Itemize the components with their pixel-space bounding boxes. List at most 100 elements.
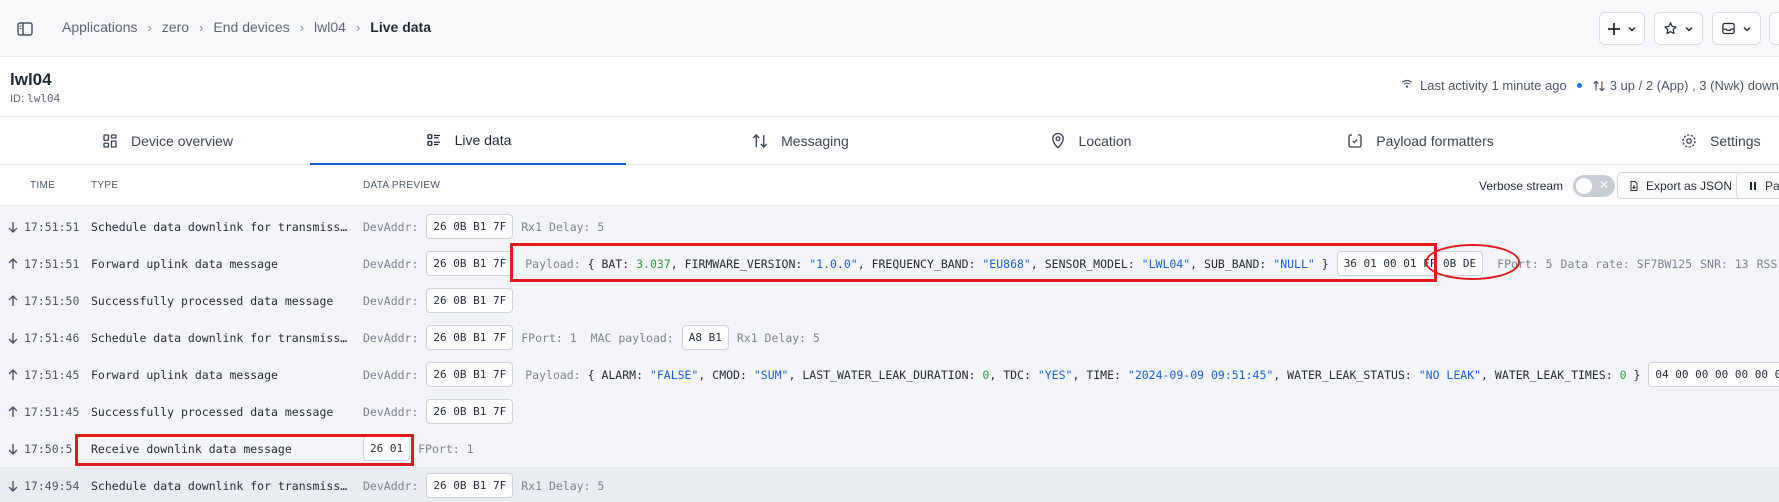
raw-payload-chip[interactable]: 04 00 00 00 00 00 00 66 DE C [1648, 362, 1779, 387]
table-row[interactable]: 17:49:54 Schedule data downlink for tran… [0, 467, 1779, 502]
payload-label: Payload: [525, 367, 581, 382]
add-menu-button[interactable] [1599, 12, 1645, 45]
breadcrumb: Applications › zero › End devices › lwl0… [62, 19, 431, 35]
grid-icon [103, 134, 117, 148]
column-header-time: TIME [30, 180, 56, 191]
gear-icon [1682, 134, 1696, 148]
row-time: 17:51:50 [24, 293, 80, 308]
table-row[interactable]: 17:51:51 Schedule data downlink for tran… [0, 208, 1779, 245]
highlight-box-payload [510, 243, 1437, 282]
table-row[interactable]: 17:51:45 Forward uplink data message Dev… [0, 356, 1779, 393]
devaddr-chip[interactable]: 26 0B B1 7F [426, 251, 514, 276]
devaddr-label: DevAddr: [363, 404, 419, 419]
row-preview: DevAddr: 26 0B B1 7F Rx1 Delay: 5 [363, 214, 604, 239]
device-id-value: lwl04 [27, 92, 61, 105]
breadcrumb-end-devices[interactable]: End devices [213, 19, 289, 35]
row-type: Successfully processed data message [91, 404, 334, 419]
column-header-type: TYPE [91, 180, 119, 191]
devaddr-label: DevAddr: [363, 256, 419, 271]
rssi-text: RSSI: -62 [1756, 256, 1779, 271]
payload-brace: { [587, 367, 595, 382]
table-row[interactable]: 17:51:45 Successfully processed data mes… [0, 393, 1779, 430]
devaddr-chip[interactable]: 26 0B B1 7F [426, 362, 514, 387]
payload-value: "YES" [1037, 367, 1073, 382]
payload-value: "FALSE" [649, 367, 699, 382]
export-json-label: Export as JSON [1646, 178, 1733, 193]
row-preview: DevAddr: 26 0B B1 7F FPort: 1 MAC payloa… [363, 325, 820, 350]
breadcrumb-applications[interactable]: Applications [62, 19, 138, 35]
tab-device-overview[interactable]: Device overview [60, 117, 274, 165]
close-icon: ✕ [1598, 178, 1610, 192]
breadcrumb-separator-icon: › [199, 19, 204, 35]
row-type: Schedule data downlink for transmission [91, 330, 353, 345]
export-json-button[interactable]: Export as JSON [1617, 172, 1744, 199]
verbose-stream-control: Verbose stream ✕ [1479, 175, 1616, 197]
breadcrumb-separator-icon: › [147, 19, 152, 35]
user-menu-button[interactable] [1769, 12, 1779, 45]
verbose-stream-label: Verbose stream [1479, 179, 1564, 193]
arrows-up-down-icon [752, 134, 768, 148]
row-time: 17:51:51 [24, 256, 80, 271]
arrow-down-icon [8, 480, 18, 492]
tab-payload-formatters[interactable]: Payload formatters [1320, 117, 1520, 165]
row-preview: DevAddr: 26 0B B1 7F [363, 399, 514, 424]
devaddr-chip[interactable]: 26 0B B1 7F [426, 325, 514, 350]
inbox-icon [1722, 22, 1735, 35]
sidebar-toggle-icon[interactable] [14, 18, 36, 40]
breadcrumb-device[interactable]: lwl04 [314, 19, 346, 35]
mac-payload-label: MAC payload: [590, 330, 674, 345]
tab-label: Messaging [781, 133, 849, 149]
devaddr-chip[interactable]: 26 0B B1 7F [426, 288, 514, 313]
table-row[interactable]: 17:51:50 Successfully processed data mes… [0, 282, 1779, 319]
row-type: Schedule data downlink for transmission [91, 478, 353, 493]
rx1-delay: Rx1 Delay: 5 [521, 478, 605, 493]
row-time: 17:51:51 [24, 219, 80, 234]
list-icon [426, 134, 440, 146]
device-id: ID: lwl04 [10, 92, 60, 105]
breadcrumb-application[interactable]: zero [162, 19, 189, 35]
devaddr-label: DevAddr: [363, 219, 419, 234]
plus-icon [1608, 22, 1620, 35]
device-id-label: ID: [10, 93, 25, 105]
row-preview: DevAddr: 26 0B B1 7F Rx1 Delay: 5 [363, 473, 604, 498]
row-time: 17:49:54 [24, 478, 80, 493]
arrows-up-down-icon [1593, 80, 1605, 91]
devaddr-label: DevAddr: [363, 367, 419, 382]
highlight-box-downlink [75, 434, 414, 466]
verbose-stream-toggle[interactable]: ✕ [1573, 175, 1616, 197]
notifications-button[interactable] [1712, 12, 1761, 45]
tab-label: Payload formatters [1376, 133, 1494, 149]
payload-key: TIME: [1086, 367, 1121, 382]
devaddr-chip[interactable]: 26 0B B1 7F [426, 399, 514, 424]
top-bar: Applications › zero › End devices › lwl0… [0, 0, 1779, 57]
arrow-up-icon [8, 368, 18, 380]
devaddr-chip[interactable]: 26 0B B1 7F [426, 214, 514, 239]
tab-settings[interactable]: Settings [1680, 117, 1779, 165]
tab-live-data[interactable]: Live data [310, 117, 626, 165]
chevron-down-icon [1743, 26, 1751, 31]
tab-messaging[interactable]: Messaging [690, 117, 910, 165]
arrow-down-icon [8, 221, 18, 233]
bookmarks-button[interactable] [1654, 12, 1703, 45]
tab-label: Location [1078, 133, 1132, 149]
last-activity-text: Last activity 1 minute ago [1420, 78, 1567, 93]
pause-button[interactable]: Pa [1736, 172, 1779, 199]
payload-key: WATER_LEAK_STATUS: [1287, 367, 1412, 382]
payload-key: CMOD: [712, 367, 747, 382]
payload-value: "2024-09-09 09:51:45" [1127, 367, 1274, 382]
payload-value: "NO LEAK" [1418, 367, 1482, 382]
breadcrumb-separator-icon: › [355, 19, 361, 35]
mac-payload-chip[interactable]: A8 B1 [681, 325, 729, 350]
row-preview: DevAddr: 26 0B B1 7F Payload: { ALARM: "… [363, 362, 1779, 387]
message-count-text: 3 up / 2 (App) , 3 (Nwk) down [1609, 78, 1779, 93]
devaddr-chip[interactable]: 26 0B B1 7F [426, 473, 514, 498]
fport-text: FPort: 1 [521, 330, 577, 345]
payload-key: LAST_WATER_LEAK_DURATION: [802, 367, 976, 382]
status-dot [1576, 83, 1582, 88]
signal-icon [1401, 79, 1413, 88]
tab-location[interactable]: Location [1000, 117, 1180, 165]
payload-brace: } [1633, 367, 1641, 382]
table-row[interactable]: 17:51:46 Schedule data downlink for tran… [0, 319, 1779, 356]
devaddr-label: DevAddr: [363, 478, 419, 493]
tab-label: Live data [454, 132, 512, 148]
